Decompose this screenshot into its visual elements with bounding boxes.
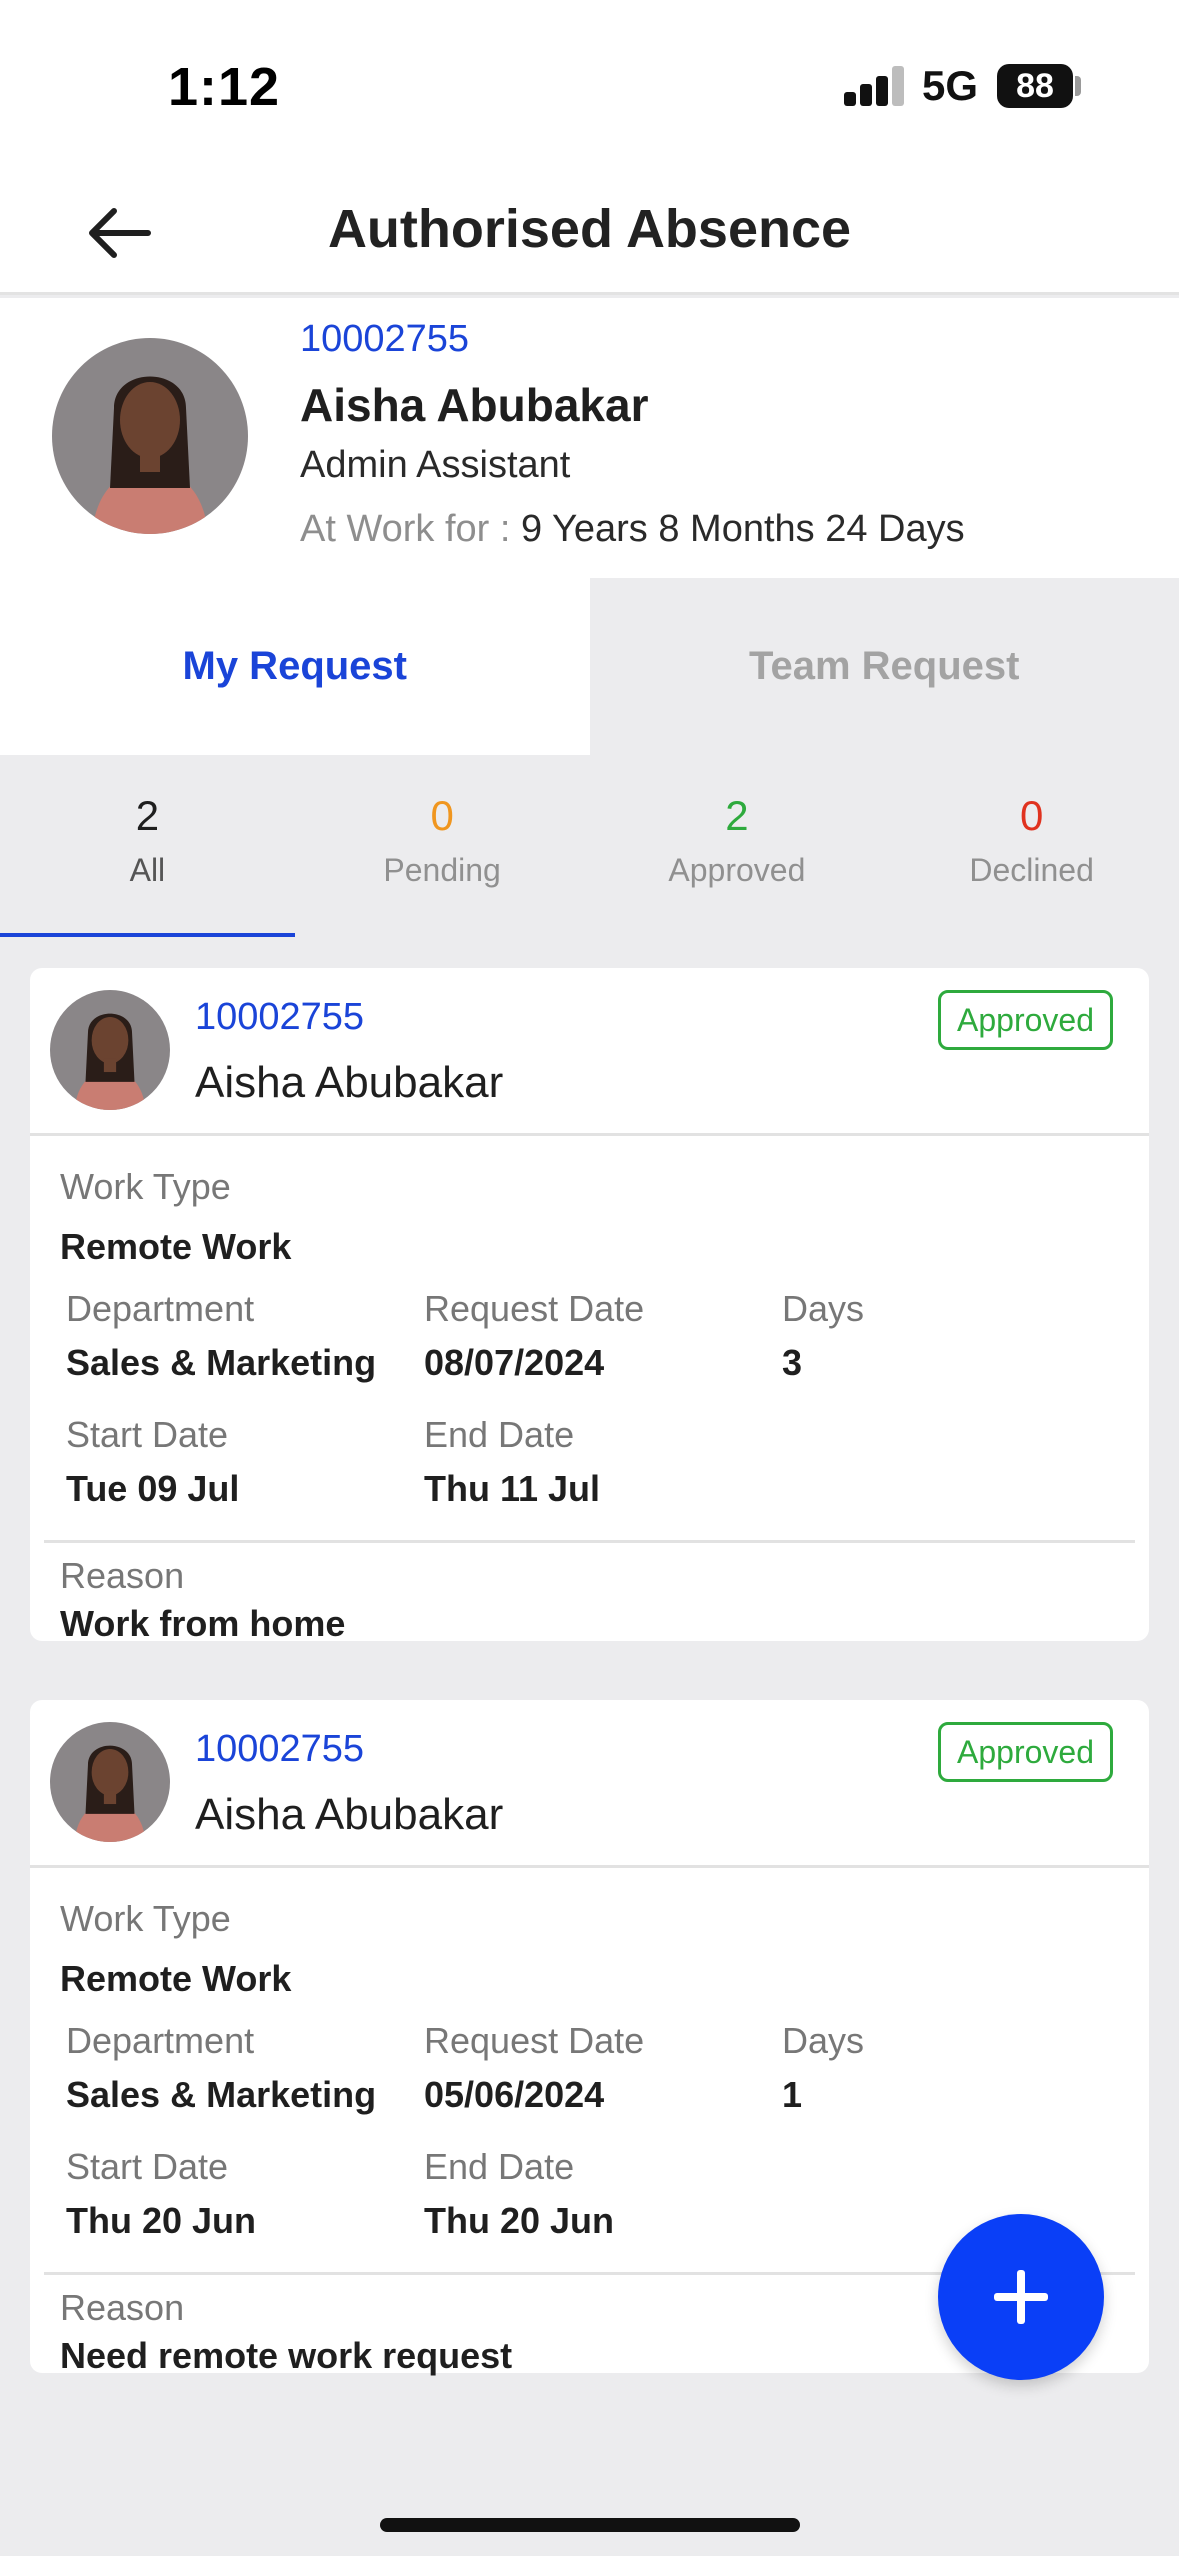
page-title: Authorised Absence [327, 199, 852, 259]
avatar [50, 990, 170, 1110]
filter-approved[interactable]: 2 Approved [590, 770, 885, 940]
card-employee-name: Aisha Abubakar [195, 1058, 504, 1107]
work-type-value: Remote Work [60, 1226, 292, 1267]
department-label: Department [66, 2020, 255, 2061]
status-bar: 1:12 5G 88 [0, 0, 1179, 170]
tenure-label: At Work for : [300, 508, 522, 550]
avatar [50, 1722, 170, 1842]
request-date-value: 05/06/2024 [424, 2074, 605, 2115]
reason-label: Reason [60, 1555, 185, 1596]
request-card[interactable]: 10002755 Aisha Abubakar Approved Work Ty… [30, 968, 1149, 1644]
end-date-label: End Date [424, 1414, 575, 1455]
battery-icon: 88 [997, 64, 1073, 108]
status-time: 1:12 [168, 57, 281, 117]
start-date-label: Start Date [66, 1414, 229, 1455]
reason-label: Reason [60, 2287, 185, 2328]
employee-role: Admin Assistant [300, 444, 571, 486]
department-value: Sales & Marketing [66, 2074, 377, 2115]
filter-count: 0 [430, 792, 454, 839]
work-type-value: Remote Work [60, 1958, 292, 1999]
app-header: Authorised Absence [0, 170, 1179, 295]
days-value: 1 [782, 2074, 803, 2115]
request-date-value: 08/07/2024 [424, 1342, 605, 1383]
battery-tip [1075, 76, 1081, 96]
employee-tenure: At Work for : 9 Years 8 Months 24 Days [300, 508, 965, 551]
card-body: Work Type Remote Work Department Sales &… [30, 1136, 1149, 1543]
employee-name: Aisha Abubakar [300, 379, 649, 431]
signal-icon [844, 66, 906, 106]
reason-section: Reason Work from home [30, 1541, 1149, 1644]
department-label: Department [66, 1288, 255, 1329]
start-date-label: Start Date [66, 2146, 229, 2187]
filter-label: Pending [383, 852, 501, 888]
avatar [52, 338, 248, 534]
end-date-label: End Date [424, 2146, 575, 2187]
reason-value: Work from home [60, 1603, 346, 1644]
tab-team-request[interactable]: Team Request [589, 578, 1179, 755]
status-badge: Approved [938, 990, 1113, 1050]
add-request-button[interactable] [938, 2214, 1104, 2380]
work-type-label: Work Type [60, 1166, 231, 1207]
filter-declined[interactable]: 0 Declined [884, 770, 1179, 940]
tab-my-request[interactable]: My Request [0, 578, 590, 755]
request-tabs: My Request Team Request [0, 578, 1179, 755]
filter-pending[interactable]: 0 Pending [295, 770, 590, 940]
card-header: 10002755 Aisha Abubakar Approved [30, 1700, 1149, 1868]
work-type-label: Work Type [60, 1898, 231, 1939]
profile-section: 10002755 Aisha Abubakar Admin Assistant … [0, 298, 1179, 578]
start-date-value: Tue 09 Jul [66, 1468, 240, 1509]
status-badge: Approved [938, 1722, 1113, 1782]
end-date-value: Thu 11 Jul [424, 1468, 601, 1509]
filter-count: 2 [135, 792, 160, 839]
request-date-label: Request Date [424, 2020, 645, 2061]
filter-label: All [129, 852, 166, 888]
end-date-value: Thu 20 Jun [424, 2200, 615, 2241]
card-employee-name: Aisha Abubakar [195, 1790, 504, 1839]
days-label: Days [782, 2020, 865, 2061]
home-indicator [380, 2518, 800, 2532]
card-header: 10002755 Aisha Abubakar Approved [30, 968, 1149, 1136]
filter-label: Approved [668, 852, 806, 888]
network-type: 5G [922, 62, 979, 109]
reason-value: Need remote work request [60, 2335, 513, 2376]
status-filters: 2 All 0 Pending 2 Approved 0 Declined [0, 770, 1179, 940]
filter-all[interactable]: 2 All [0, 770, 295, 940]
filter-label: Declined [969, 852, 1094, 888]
card-employee-id: 10002755 [195, 996, 365, 1038]
filter-count: 2 [725, 792, 749, 839]
department-value: Sales & Marketing [66, 1342, 377, 1383]
days-label: Days [782, 1288, 865, 1329]
filter-count: 0 [1019, 792, 1044, 839]
card-employee-id: 10002755 [195, 1728, 365, 1770]
employee-id: 10002755 [300, 318, 470, 360]
start-date-value: Thu 20 Jun [66, 2200, 257, 2241]
days-value: 3 [782, 1342, 803, 1383]
tenure-value: 9 Years 8 Months 24 Days [521, 508, 965, 550]
request-date-label: Request Date [424, 1288, 645, 1329]
card-body: Work Type Remote Work Department Sales &… [30, 1868, 1149, 2275]
